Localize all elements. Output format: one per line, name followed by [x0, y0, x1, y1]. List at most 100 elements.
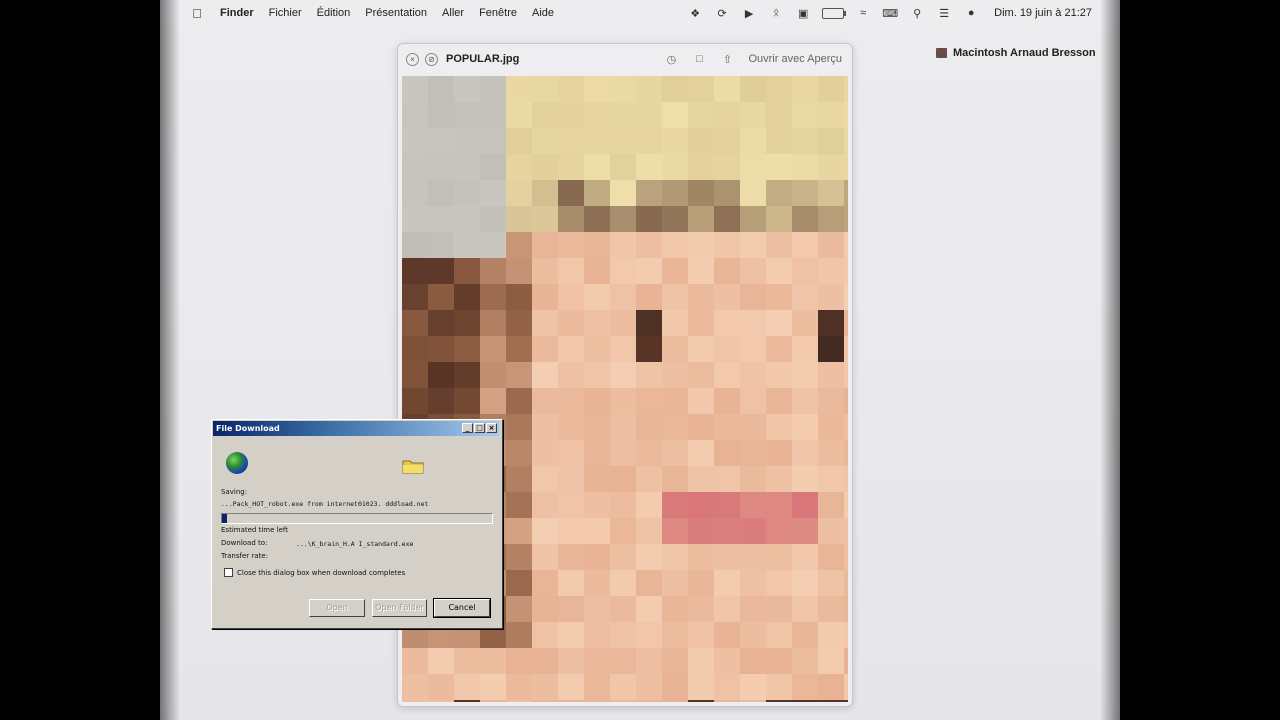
mosaic-tile — [844, 180, 848, 206]
mosaic-tile — [428, 258, 454, 284]
mosaic-tile — [402, 700, 428, 702]
mosaic-tile — [428, 310, 454, 336]
mosaic-tile — [766, 76, 792, 102]
battery-icon[interactable] — [822, 7, 847, 19]
mosaic-tile — [766, 388, 792, 414]
apple-icon[interactable]:  — [190, 6, 204, 21]
mosaic-tile — [636, 362, 662, 388]
menu-aide[interactable]: Aide — [532, 7, 554, 19]
mosaic-tile — [636, 570, 662, 596]
mosaic-tile — [454, 232, 480, 258]
mosaic-tile — [714, 414, 740, 440]
menu-clock[interactable]: Dim. 19 juin à 21:27 — [994, 7, 1092, 19]
mosaic-tile — [662, 284, 688, 310]
mosaic-tile — [740, 154, 766, 180]
mosaic-tile — [688, 518, 714, 544]
mosaic-tile — [740, 596, 766, 622]
open-button[interactable]: Open — [309, 599, 365, 617]
menu-finder[interactable]: Finder — [220, 7, 254, 19]
menu-edition[interactable]: Édition — [317, 7, 351, 19]
mosaic-tile — [792, 414, 818, 440]
wifi-icon[interactable]: ≈ — [855, 6, 871, 20]
desktop-drive[interactable]: Macintosh Arnaud Bresson — [936, 47, 1096, 59]
mosaic-tile — [792, 622, 818, 648]
download-to-label: Download to: — [221, 539, 268, 547]
mosaic-tile — [818, 284, 844, 310]
mosaic-tile — [610, 518, 636, 544]
menu-presentation[interactable]: Présentation — [365, 7, 427, 19]
mosaic-tile — [636, 544, 662, 570]
dialog-title-buttons: _ □ × — [462, 423, 497, 433]
mosaic-tile — [740, 388, 766, 414]
rotate-icon[interactable]: □ — [692, 53, 706, 65]
mosaic-tile — [740, 700, 766, 702]
mosaic-tile — [558, 76, 584, 102]
minimize-icon[interactable]: _ — [462, 423, 473, 433]
mosaic-tile — [714, 440, 740, 466]
mosaic-tile — [558, 154, 584, 180]
mosaic-tile — [558, 544, 584, 570]
close-icon[interactable]: × — [486, 423, 497, 433]
mosaic-tile — [844, 492, 848, 518]
mosaic-tile — [636, 518, 662, 544]
menu-fenetre[interactable]: Fenêtre — [479, 7, 517, 19]
mosaic-tile — [688, 128, 714, 154]
menu-fichier[interactable]: Fichier — [269, 7, 302, 19]
mosaic-tile — [688, 310, 714, 336]
saving-label: Saving: — [221, 488, 248, 496]
mosaic-tile — [818, 206, 844, 232]
open-with-preview-button[interactable]: Ouvrir avec Aperçu — [748, 53, 842, 65]
display-icon[interactable]: ▣ — [795, 6, 811, 20]
mosaic-tile — [714, 206, 740, 232]
mosaic-tile — [844, 544, 848, 570]
mosaic-tile — [636, 336, 662, 362]
mosaic-tile — [662, 310, 688, 336]
mosaic-tile — [688, 414, 714, 440]
mosaic-tile — [844, 674, 848, 700]
cancel-button[interactable]: Cancel — [433, 598, 491, 618]
mosaic-tile — [428, 336, 454, 362]
mosaic-tile — [584, 466, 610, 492]
mosaic-tile — [844, 570, 848, 596]
mosaic-tile — [558, 440, 584, 466]
play-icon[interactable]: ▶ — [741, 6, 757, 20]
search-icon[interactable]: ⚲ — [909, 6, 925, 20]
maximize-icon[interactable]: □ — [474, 423, 485, 433]
mosaic-tile — [766, 492, 792, 518]
user-icon[interactable]: ● — [963, 6, 979, 20]
drive-label: Macintosh Arnaud Bresson — [953, 47, 1096, 59]
mosaic-tile — [662, 180, 688, 206]
mosaic-tile — [454, 648, 480, 674]
sync-icon[interactable]: ⟳ — [714, 6, 730, 20]
mosaic-tile — [558, 466, 584, 492]
mosaic-tile — [506, 362, 532, 388]
close-icon[interactable]: × — [406, 52, 419, 66]
mosaic-tile — [688, 336, 714, 362]
mosaic-tile — [688, 154, 714, 180]
mosaic-tile — [428, 232, 454, 258]
mosaic-tile — [766, 232, 792, 258]
mosaic-tile — [506, 674, 532, 700]
mosaic-tile — [636, 700, 662, 702]
mosaic-tile — [818, 700, 844, 702]
control-center-icon[interactable]: ☰ — [936, 6, 952, 20]
share-icon[interactable]: ⇧ — [720, 53, 734, 66]
mosaic-tile — [584, 440, 610, 466]
mosaic-tile — [636, 466, 662, 492]
open-folder-button[interactable]: Open Folder — [372, 599, 427, 617]
mosaic-tile — [610, 128, 636, 154]
mosaic-tile — [584, 232, 610, 258]
mosaic-tile — [688, 596, 714, 622]
fullscreen-icon[interactable]: ⊘ — [425, 52, 438, 66]
menu-aller[interactable]: Aller — [442, 7, 464, 19]
close-dialog-checkbox[interactable] — [224, 568, 233, 577]
mosaic-tile — [844, 336, 848, 362]
mosaic-tile — [402, 180, 428, 206]
dropbox-icon[interactable]: ❖ — [687, 6, 703, 20]
mosaic-tile — [844, 622, 848, 648]
mosaic-tile — [610, 154, 636, 180]
bluetooth-icon[interactable]: ᛟ — [768, 6, 784, 20]
markup-icon[interactable]: ◷ — [664, 53, 678, 66]
mosaic-tile — [818, 388, 844, 414]
keyboard-icon[interactable]: ⌨ — [882, 6, 898, 20]
